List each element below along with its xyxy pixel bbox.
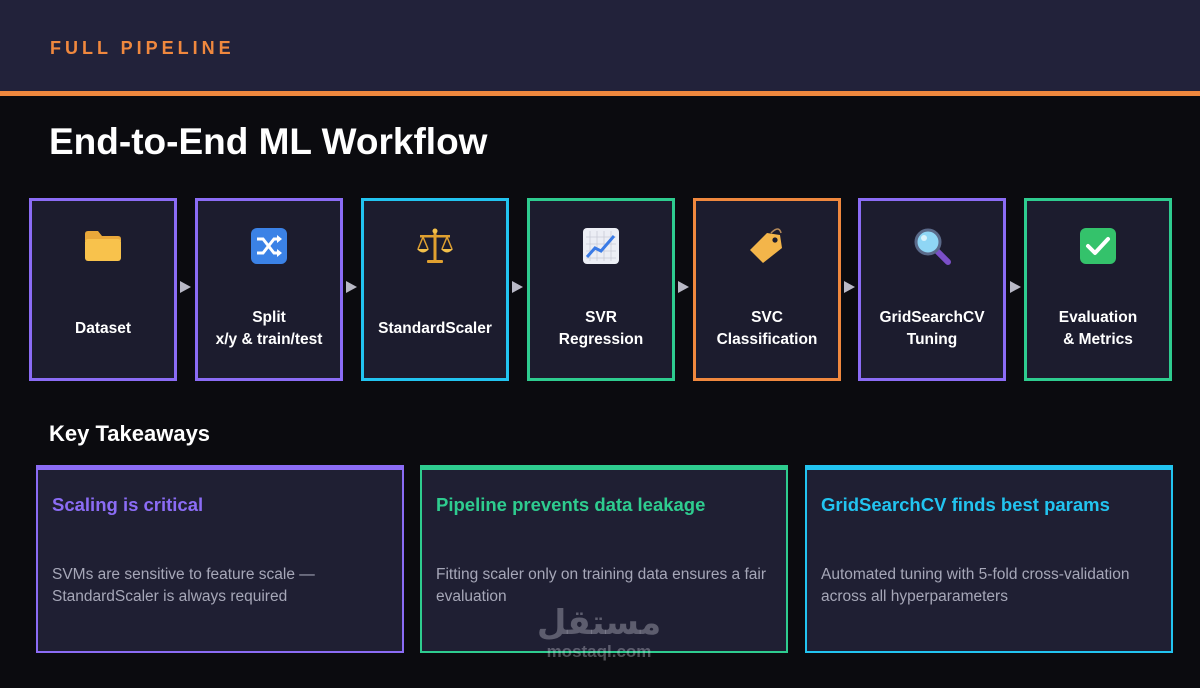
section-label: FULL PIPELINE (50, 38, 235, 58)
card-body: Automated tuning with 5-fold cross-valid… (821, 566, 1130, 605)
header-accent-rule (0, 91, 1200, 96)
card-title: Pipeline prevents data leakage (436, 494, 706, 515)
flow-arrow (844, 281, 855, 293)
card-body: SVMs are sensitive to feature scale — St… (52, 566, 315, 605)
step-label: StandardScaler (378, 320, 492, 337)
step-label: Evaluation & Metrics (1058, 309, 1138, 348)
watermark-arabic: مستقل (536, 603, 662, 643)
watermark-latin: mostaql.com (546, 642, 652, 661)
check-box-icon (1027, 226, 1169, 266)
step-label: SVC Classification (716, 309, 818, 348)
step-label: SVR Regression (558, 309, 644, 348)
card-title: Scaling is critical (52, 494, 204, 515)
pipeline-step-dataset: Dataset (29, 198, 177, 381)
pipeline-step-svr: SVR Regression (527, 198, 675, 381)
flow-arrow (512, 281, 523, 293)
tag-icon (696, 226, 838, 266)
pipeline-step-standardscaler: StandardScaler (361, 198, 509, 381)
pipeline-step-gridsearchcv: GridSearchCV Tuning (858, 198, 1006, 381)
watermark: مستقل mostaql.com (522, 604, 676, 662)
key-takeaways-heading: Key Takeaways (49, 421, 211, 446)
step-label: GridSearchCV Tuning (879, 309, 985, 348)
flow-arrow (678, 281, 689, 293)
shuffle-icon (198, 226, 340, 266)
takeaway-card-gridsearch: GridSearchCV finds best params Automated… (805, 465, 1173, 653)
header-bar: FULL PIPELINE (0, 0, 1200, 92)
pipeline-step-svc: SVC Classification (693, 198, 841, 381)
step-label: Dataset (75, 320, 131, 337)
card-title: GridSearchCV finds best params (821, 494, 1110, 515)
chart-increasing-icon (530, 226, 672, 266)
magnifier-icon (861, 226, 1003, 266)
flow-arrow (180, 281, 191, 293)
scale-icon (364, 226, 506, 266)
step-label: Split x/y & train/test (215, 309, 323, 348)
pipeline-step-split: Split x/y & train/test (195, 198, 343, 381)
card-body: Fitting scaler only on training data ens… (436, 566, 766, 605)
slide-title: End-to-End ML Workflow (49, 121, 488, 162)
takeaway-card-scaling: Scaling is critical SVMs are sensitive t… (36, 465, 404, 653)
flow-arrow (1010, 281, 1021, 293)
flow-arrow (346, 281, 357, 293)
pipeline-step-evaluation: Evaluation & Metrics (1024, 198, 1172, 381)
folder-icon (32, 226, 174, 266)
